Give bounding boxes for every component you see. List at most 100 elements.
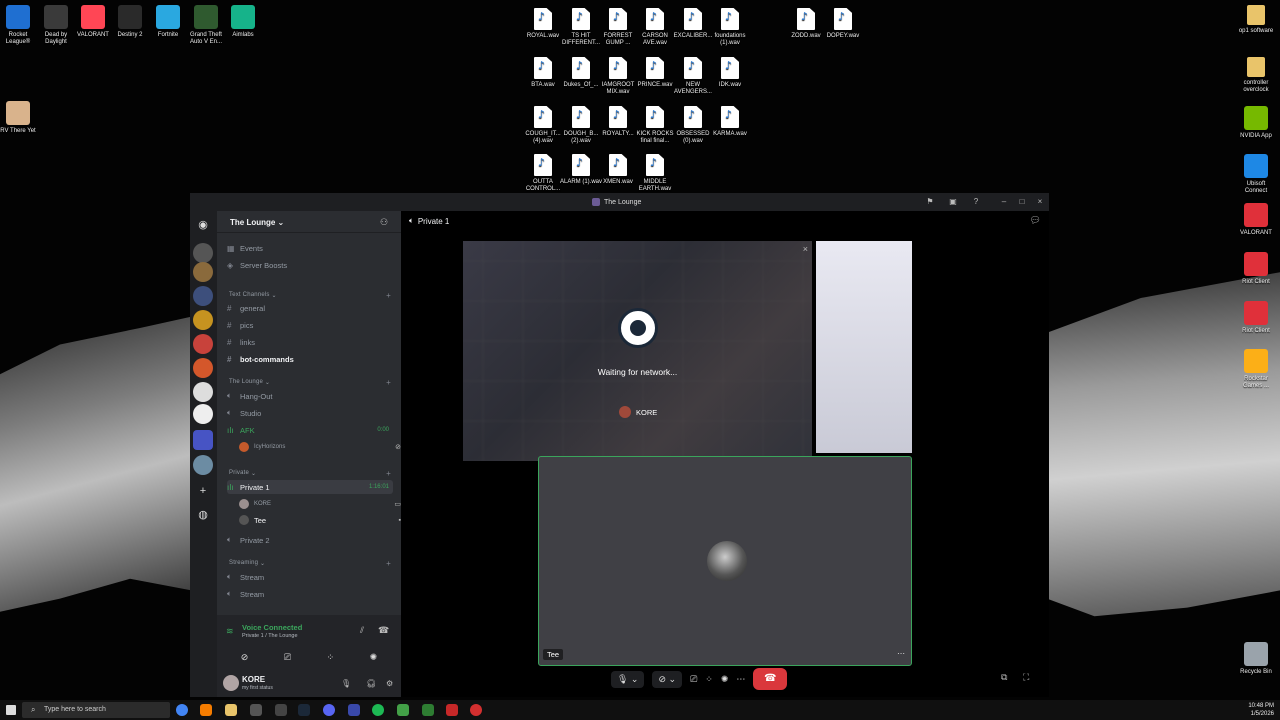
close-stream-icon[interactable]: × (803, 244, 808, 254)
fullscreen-icon[interactable]: ⛶ (1023, 672, 1029, 683)
disconnect-button[interactable]: ☎ (753, 668, 788, 690)
share-screen-icon[interactable]: ⎚ (690, 674, 697, 685)
app-icon[interactable] (348, 704, 360, 716)
server-icon-5[interactable] (193, 334, 213, 354)
server-boosts-item[interactable]: ◈ Server Boosts (227, 258, 393, 272)
channel-pics[interactable]: # pics (227, 318, 393, 332)
channel-bot-commands[interactable]: # bot-commands (227, 352, 393, 366)
activities-icon[interactable]: ⁘ (327, 652, 335, 663)
add-channel-icon[interactable]: + (386, 378, 391, 387)
desktop-icon[interactable]: KARMA.wav (709, 106, 751, 138)
desktop-icon[interactable]: RV There Yet (0, 101, 39, 135)
close-button[interactable]: × (1034, 196, 1046, 208)
desktop-icon[interactable]: ROYALTY... (597, 106, 639, 138)
stream-tile[interactable]: × Waiting for network... KORE (463, 241, 812, 461)
desktop-icon[interactable]: DOUGH_B... (2).wav (560, 106, 602, 145)
voice-stream-1[interactable]: 🔈︎ Stream (227, 570, 393, 584)
desktop-icon[interactable]: CARSON AVE.wav (634, 8, 676, 47)
add-server-icon[interactable]: + (193, 481, 213, 501)
server-icon-3[interactable] (193, 286, 213, 306)
desktop-icon[interactable]: ALARM (1).wav (560, 154, 602, 186)
voice-private-2[interactable]: 🔈︎ Private 2 (227, 533, 393, 547)
more-options-icon[interactable]: ⋯ (897, 649, 905, 658)
maximize-button[interactable]: □ (1016, 196, 1028, 208)
server-icon-9[interactable] (193, 455, 213, 475)
app-icon[interactable] (422, 704, 434, 716)
help-icon[interactable]: ? (970, 196, 982, 208)
desktop-icon[interactable]: MIDDLE EARTH.wav (634, 154, 676, 193)
file-explorer-icon[interactable] (225, 704, 237, 716)
desktop-icon[interactable]: foundations (1).wav (709, 8, 751, 47)
riot-icon[interactable] (470, 704, 482, 716)
category-the-lounge[interactable]: The Lounge ⌄ + (229, 375, 395, 389)
desktop-icon[interactable]: Rockstar Games ... (1235, 349, 1277, 390)
settings-gear-icon[interactable]: ⚙ (386, 679, 393, 688)
server-icon-2[interactable] (193, 262, 213, 282)
share-screen-icon[interactable]: ⎚ (284, 652, 291, 663)
disconnect-icon[interactable]: ☎ (378, 625, 389, 636)
noise-suppression-icon[interactable]: ⫽ (360, 625, 364, 636)
desktop-icon[interactable]: Grand Theft Auto V En... (185, 5, 227, 46)
discover-icon[interactable]: ◍ (193, 505, 213, 525)
windows-start-icon[interactable] (6, 705, 16, 715)
category-text-channels[interactable]: Text Channels ⌄ + (229, 288, 395, 302)
desktop-icon[interactable]: Aimlabs (222, 5, 264, 39)
desktop-icon[interactable]: Fortnite (147, 5, 189, 39)
participant-tile[interactable]: Tee ⋯ (538, 456, 912, 666)
member-tee[interactable]: Tee ▪ (239, 513, 405, 527)
desktop-icon[interactable]: NEW AVENGERS... (672, 57, 714, 96)
app-icon[interactable] (250, 704, 262, 716)
server-icon-4[interactable] (193, 310, 213, 330)
voice-location[interactable]: Private 1 / The Lounge (242, 633, 298, 639)
desktop-icon[interactable]: BTA.wav (522, 57, 564, 89)
camera-off-icon[interactable]: ⊘ (241, 652, 249, 663)
user-panel[interactable]: KORE my first status 🎙︎ 🎧︎ ⚙ (223, 673, 395, 695)
afk-member[interactable]: IcyHorizons ⊘ (239, 440, 405, 454)
voice-status[interactable]: Voice Connected (242, 623, 302, 632)
soundboard-icon[interactable]: ✺ (370, 652, 378, 663)
chat-bubble-icon[interactable]: 💬︎ (1030, 215, 1041, 226)
desktop-icon[interactable]: Ubisoft Connect (1235, 154, 1277, 195)
desktop-icon[interactable]: op1 software (1235, 5, 1277, 35)
desktop-icon[interactable]: controller overclock (1235, 57, 1277, 94)
chrome-icon[interactable] (176, 704, 188, 716)
microphone-control[interactable]: 🎙︎ ⌄ (611, 670, 645, 688)
desktop-icon[interactable]: Dead by Daylight (35, 5, 77, 46)
desktop-icon[interactable]: XMEN.wav (597, 154, 639, 186)
server-header[interactable]: The Lounge ⌄ ⚇ (217, 211, 401, 233)
desktop-icon[interactable]: FORREST GUMP ... (597, 8, 639, 47)
desktop-icon[interactable]: Riot Client (1235, 252, 1277, 286)
voice-stream-2[interactable]: 🔈︎ Stream (227, 587, 393, 601)
desktop-icon[interactable]: Dukes_Of_... (560, 57, 602, 89)
add-channel-icon[interactable]: + (386, 291, 391, 300)
microphone-icon[interactable]: 🎙︎ (341, 679, 351, 688)
screen-icon[interactable]: ▣ (947, 196, 959, 208)
headphones-icon[interactable]: 🎧︎ (366, 679, 376, 688)
camera-control[interactable]: ⊘ ⌄ (652, 670, 683, 688)
server-icon-7[interactable] (193, 382, 213, 402)
voice-hang-out[interactable]: 🔈︎ Hang-Out (227, 389, 393, 403)
desktop-icon[interactable]: Riot Client (1235, 301, 1277, 335)
app-icon[interactable] (446, 704, 458, 716)
desktop-icon[interactable]: KICK ROCKS final final... (634, 106, 676, 145)
desktop-icon[interactable]: COUGH_IT... (4).wav (522, 106, 564, 145)
activities-icon[interactable]: ⁘ (705, 674, 713, 685)
discord-icon[interactable] (323, 704, 335, 716)
clock[interactable]: 10:48 PM 1/5/2026 (1248, 702, 1274, 718)
desktop-icon[interactable]: NVIDIA App (1235, 106, 1277, 140)
xbox-icon[interactable] (397, 704, 409, 716)
more-icon[interactable]: ⋯ (736, 674, 745, 685)
member-kore[interactable]: KORE ▭ (239, 497, 405, 511)
desktop-icon[interactable]: EXCALIBER... (672, 8, 714, 40)
desktop-icon[interactable]: OBSESSED (0).wav (672, 106, 714, 145)
invite-icon[interactable]: ⚇ (380, 217, 388, 228)
desktop-icon[interactable]: Rocket League® (0, 5, 39, 46)
desktop-icon[interactable]: DOPEY.wav (822, 8, 864, 40)
desktop-icon[interactable]: ROYAL.wav (522, 8, 564, 40)
category-private[interactable]: Private ⌄ + (229, 466, 395, 480)
inbox-icon[interactable]: ⚑ (924, 196, 936, 208)
steam-icon[interactable] (298, 704, 310, 716)
add-channel-icon[interactable]: + (386, 559, 391, 568)
desktop-icon[interactable]: PRINCE.wav (634, 57, 676, 89)
desktop-icon[interactable]: ZODD.wav (785, 8, 827, 40)
